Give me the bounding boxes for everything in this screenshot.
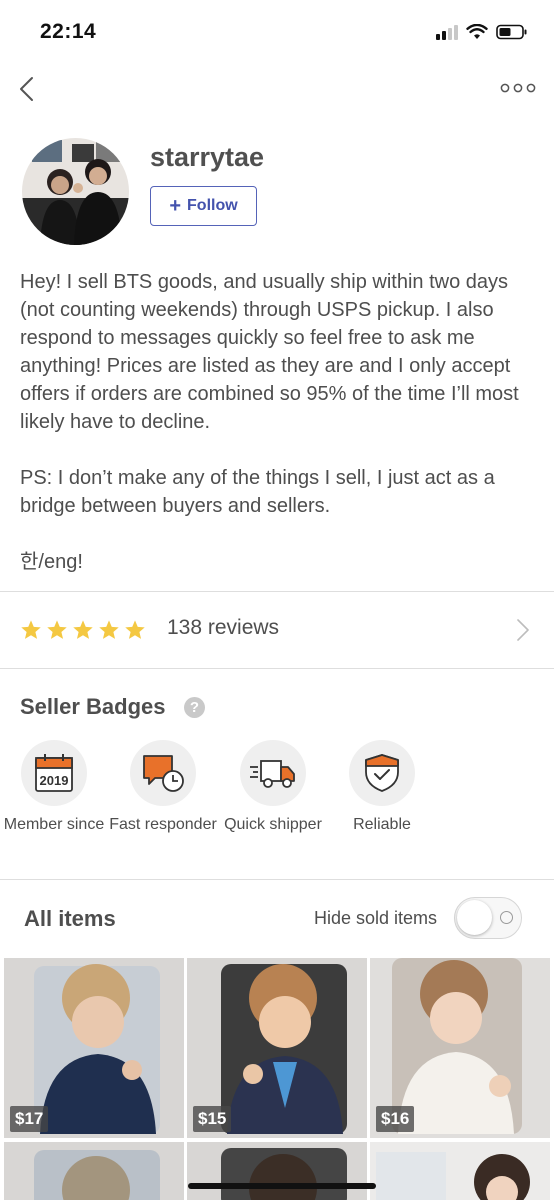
item-card[interactable] (187, 1142, 367, 1200)
divider (0, 668, 554, 669)
follow-button[interactable]: + Follow (150, 186, 257, 226)
toggle-off-icon (500, 911, 513, 924)
item-card[interactable]: $16 (370, 958, 550, 1138)
star-icon (125, 620, 145, 639)
battery-icon (496, 24, 527, 40)
star-icon (21, 620, 41, 639)
avatar-photo (22, 138, 129, 245)
badge-label: Member since (3, 816, 105, 833)
back-chevron-icon[interactable] (14, 72, 44, 106)
all-items-title: All items (24, 906, 116, 931)
badge-label: Fast responder (109, 816, 217, 833)
badge-label: Reliable (353, 816, 411, 833)
top-nav (0, 64, 554, 116)
badge-fast-responder[interactable]: Fast responder (108, 740, 218, 836)
badge-reliable[interactable]: Reliable (327, 740, 437, 836)
bio-paragraph: PS: I don’t make any of the things I sel… (20, 467, 495, 517)
status-bar: 22:14 (0, 0, 554, 64)
wifi-icon (466, 24, 488, 39)
status-time: 22:14 (40, 20, 97, 43)
badge-label: Quick shipper (224, 816, 322, 833)
item-price: $17 (10, 1106, 49, 1132)
plus-icon: + (169, 195, 182, 217)
follow-label: Follow (187, 197, 238, 214)
item-card[interactable] (4, 1142, 184, 1200)
star-icon (47, 620, 67, 639)
avatar[interactable] (22, 138, 129, 245)
item-card[interactable]: $15 (187, 958, 367, 1138)
bio-paragraph: 한/eng! (20, 551, 83, 573)
bio-paragraph: Hey! I sell BTS goods, and usually ship … (20, 271, 519, 433)
chevron-right-icon (517, 619, 529, 641)
item-card[interactable]: $17 (4, 958, 184, 1138)
divider (0, 879, 554, 880)
reviews-row[interactable]: 138 reviews (0, 592, 554, 668)
calendar-2019-icon: 2019 (35, 754, 73, 792)
item-photo (187, 1142, 367, 1200)
status-icons (436, 24, 528, 40)
item-photo (370, 1142, 550, 1200)
reviews-count: 138 reviews (167, 616, 280, 639)
badge-quick-shipper[interactable]: Quick shipper (218, 740, 328, 836)
item-price: $16 (376, 1106, 415, 1132)
star-icon (99, 620, 119, 639)
star-rating (20, 619, 146, 641)
calendar-year: 2019 (40, 773, 69, 788)
item-card[interactable] (370, 1142, 550, 1200)
hide-sold-toggle[interactable] (454, 897, 522, 939)
seller-badges-title: Seller Badges (20, 694, 166, 719)
star-icon (73, 620, 93, 639)
shield-check-icon (365, 754, 399, 792)
badge-member-since[interactable]: 2019 Member since (0, 740, 109, 836)
item-photo (4, 1142, 184, 1200)
home-indicator (188, 1183, 376, 1189)
hide-sold-label: Hide sold items (314, 908, 438, 928)
toggle-knob (457, 900, 492, 935)
truck-icon (250, 760, 295, 788)
help-icon[interactable]: ? (184, 697, 205, 718)
item-price: $15 (193, 1106, 232, 1132)
chat-clock-icon (143, 755, 184, 792)
more-options-icon[interactable] (500, 78, 536, 98)
username: starrytae (150, 142, 265, 172)
cellular-signal-icon (436, 24, 458, 40)
bio: Hey! I sell BTS goods, and usually ship … (20, 268, 540, 604)
